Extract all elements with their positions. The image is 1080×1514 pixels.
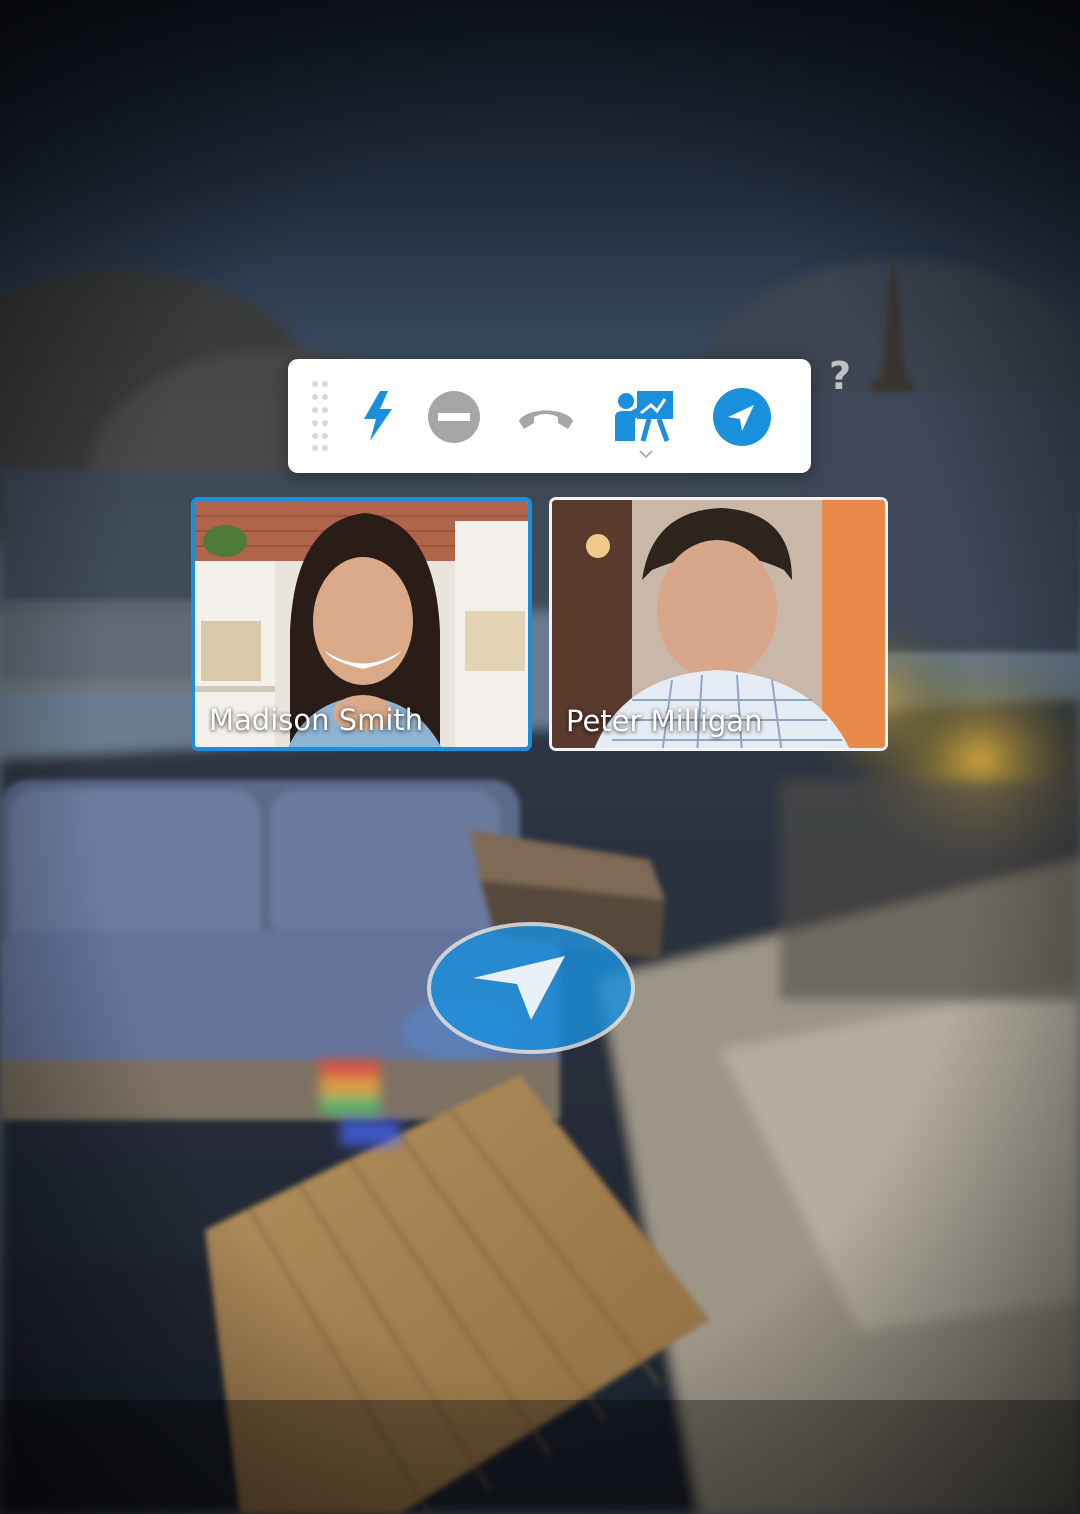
participant-tile-madison[interactable]: Madison Smith <box>191 497 532 751</box>
grip-dots-icon[interactable] <box>310 381 330 451</box>
flash-button[interactable] <box>358 389 398 443</box>
participant-tile-peter[interactable]: Peter Milligan <box>549 497 888 751</box>
minus-circle-icon <box>428 391 480 443</box>
hang-up-button[interactable] <box>516 399 576 435</box>
participant-name: Peter Milligan <box>566 704 763 738</box>
help-icon[interactable]: ? <box>826 356 854 396</box>
lightning-icon <box>364 391 392 441</box>
chevron-down-icon[interactable] <box>638 449 654 459</box>
participant-name: Madison Smith <box>209 703 424 737</box>
presenter-button[interactable] <box>611 387 677 459</box>
navigation-arrow-icon <box>713 388 771 446</box>
navigate-button[interactable] <box>712 387 772 447</box>
do-not-disturb-button[interactable] <box>426 389 482 445</box>
call-toolbar <box>288 359 811 473</box>
navigation-marker[interactable] <box>425 920 637 1056</box>
presenter-whiteboard-icon <box>615 391 673 442</box>
phone-hangup-icon <box>519 410 573 429</box>
background-scene <box>0 0 1080 1514</box>
